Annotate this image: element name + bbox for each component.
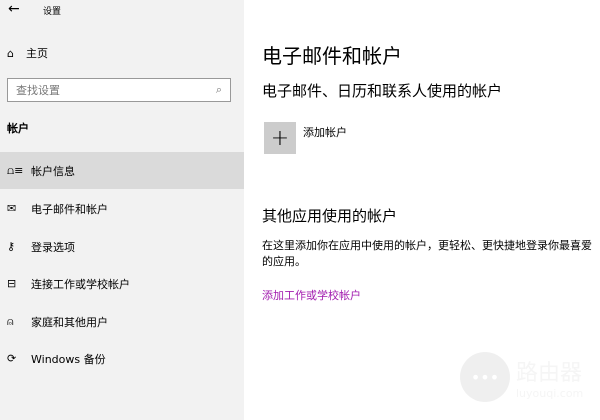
window-title: 设置 <box>43 7 62 17</box>
section-title: 帐户 <box>7 122 29 135</box>
key-icon: ⚷ <box>7 240 16 253</box>
add-work-account-link[interactable]: 添加工作或学校帐户 <box>262 287 361 303</box>
sidebar-item-email[interactable]: ✉ 电子邮件和帐户 <box>0 190 244 227</box>
add-person-icon: ⍝ <box>7 314 14 328</box>
account-info-icon: ⩍≡ <box>7 163 24 177</box>
search-input[interactable]: 查找设置 ⌕ <box>7 78 231 102</box>
watermark-title: 路由器 <box>516 360 583 386</box>
item-label: 登录选项 <box>31 240 75 254</box>
briefcase-icon: ⊟ <box>7 277 17 290</box>
item-label: 连接工作或学校帐户 <box>31 277 130 291</box>
home-label: 主页 <box>25 47 48 60</box>
sidebar: ← 设置 ⌂ 主页 查找设置 ⌕ 帐户 ⩍≡ 帐户信息 ✉ 电子邮件和帐户 ⚷ 登录选项 … <box>0 0 244 420</box>
add-account-button[interactable]: + <box>264 122 296 154</box>
item-label: 电子邮件和帐户 <box>31 202 108 216</box>
search-icon: ⌕ <box>215 83 222 96</box>
item-label: 帐户信息 <box>31 164 75 178</box>
sidebar-item-home[interactable]: ⌂ 主页 <box>7 45 48 61</box>
sidebar-item-work[interactable]: ⊟ 连接工作或学校帐户 <box>0 265 244 302</box>
description: 在这里添加你在应用中使用的帐户，更轻松、更快捷地登录你最喜爱的应用。 <box>262 239 592 268</box>
sidebar-item-family[interactable]: ⍝ 家庭和其他用户 <box>0 303 244 340</box>
sidebar-item-sign-in[interactable]: ⚷ 登录选项 <box>0 228 244 265</box>
watermark: ••• 路由器 luyouqi.com <box>460 352 583 402</box>
search-placeholder: 查找设置 <box>16 84 60 97</box>
section-email-accounts: 电子邮件、日历和联系人使用的帐户 <box>262 82 503 100</box>
add-account-label[interactable]: 添加帐户 <box>303 124 347 140</box>
plus-icon: + <box>270 125 290 151</box>
router-icon: ••• <box>460 352 510 402</box>
section-other-accounts: 其他应用使用的帐户 <box>262 207 398 225</box>
mail-icon: ✉ <box>7 202 17 215</box>
home-icon: ⌂ <box>7 46 14 60</box>
sidebar-item-backup[interactable]: ⟳ Windows 备份 <box>0 340 244 377</box>
sync-icon: ⟳ <box>7 352 17 365</box>
watermark-subtitle: luyouqi.com <box>516 386 584 400</box>
sidebar-item-account-info[interactable]: ⩍≡ 帐户信息 <box>0 152 244 189</box>
item-label: 家庭和其他用户 <box>31 315 108 329</box>
item-label: Windows 备份 <box>31 352 106 366</box>
page-title: 电子邮件和帐户 <box>262 44 402 68</box>
back-button[interactable]: ← <box>8 1 20 17</box>
